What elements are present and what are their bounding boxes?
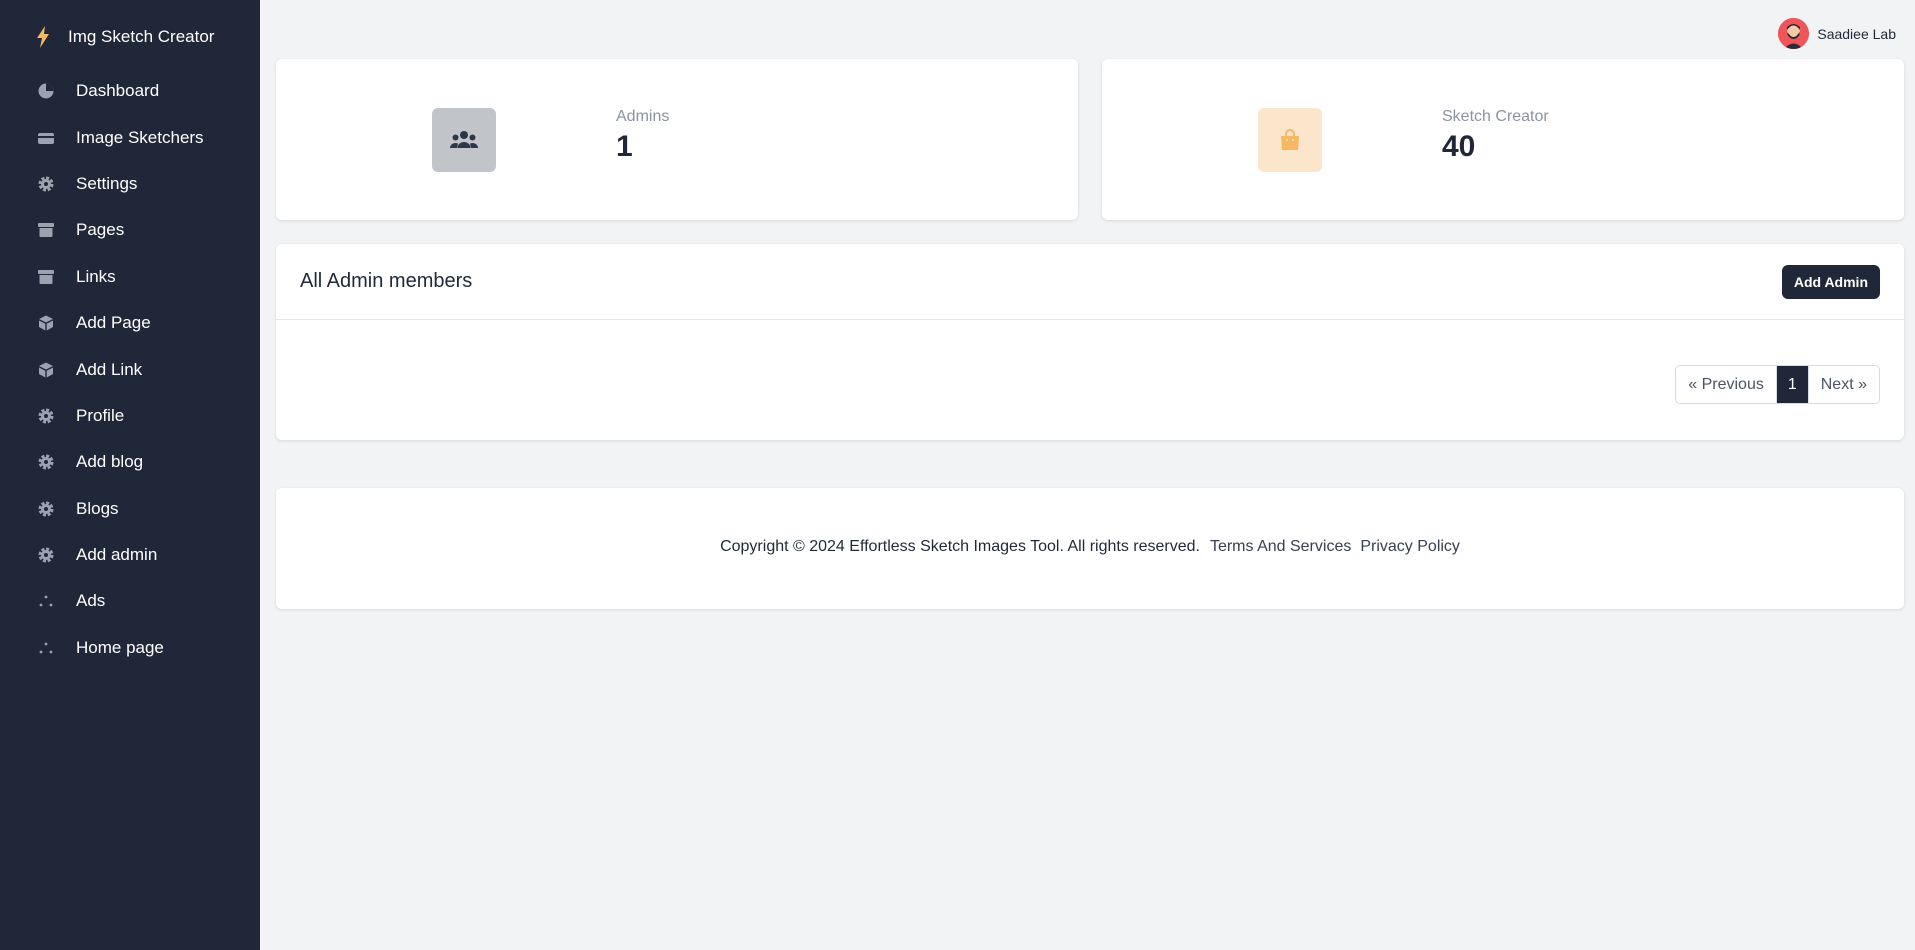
sidebar-item-label: Add Link (76, 359, 143, 379)
stat-value: 1 (616, 130, 633, 163)
sidebar-item-add-page[interactable]: Add Page (0, 300, 260, 346)
shopping-bag-icon (1258, 108, 1322, 172)
sidebar-item-label: Add Page (76, 313, 151, 333)
sidebar-item-add-link[interactable]: Add Link (0, 346, 260, 392)
stat-card-admins: Admins 1 (276, 59, 1078, 220)
pie-chart-icon (36, 81, 56, 101)
footer-content: Copyright © 2024 Effortless Sketch Image… (276, 538, 1904, 556)
brand[interactable]: Img Sketch Creator (36, 26, 214, 48)
add-admin-button[interactable]: Add Admin (1781, 264, 1880, 299)
sidebar-item-blogs[interactable]: Blogs (0, 486, 260, 532)
sidebar-nav: Dashboard Image Sketchers Settings Pages… (0, 68, 260, 671)
terms-link[interactable]: Terms And Services (1210, 538, 1351, 556)
next-page-button[interactable]: Next » (1807, 366, 1879, 403)
stat-value: 40 (1442, 130, 1476, 163)
stat-label: Admins (616, 108, 670, 125)
sidebar-item-label: Profile (76, 405, 125, 425)
gear-icon (36, 545, 56, 565)
sidebar-item-dashboard[interactable]: Dashboard (0, 68, 260, 114)
gear-icon (36, 452, 56, 472)
sidebar-item-label: Image Sketchers (76, 127, 204, 147)
user-menu[interactable]: Saadiee Lab (1778, 18, 1896, 49)
dots-icon (36, 591, 56, 611)
privacy-link[interactable]: Privacy Policy (1360, 538, 1460, 556)
gear-icon (36, 406, 56, 426)
sidebar: Img Sketch Creator Dashboard Image Sketc… (0, 0, 260, 950)
stat-card-sketch-creator: Sketch Creator 40 (1102, 59, 1904, 220)
archive-icon (36, 220, 56, 240)
pagination: « Previous 1 Next » (1675, 365, 1880, 404)
archive-icon (36, 267, 56, 287)
sidebar-item-label: Dashboard (76, 81, 160, 101)
sidebar-item-image-sketchers[interactable]: Image Sketchers (0, 114, 260, 160)
page-number-button[interactable]: 1 (1775, 366, 1808, 403)
sidebar-item-label: Add admin (76, 545, 158, 565)
footer: Copyright © 2024 Effortless Sketch Image… (276, 488, 1904, 609)
sidebar-item-label: Ads (76, 591, 106, 611)
sidebar-item-label: Links (76, 266, 116, 286)
previous-page-button[interactable]: « Previous (1676, 366, 1776, 403)
sidebar-item-profile[interactable]: Profile (0, 393, 260, 439)
sidebar-item-label: Add blog (76, 452, 144, 472)
sidebar-item-add-admin[interactable]: Add admin (0, 532, 260, 578)
sidebar-item-links[interactable]: Links (0, 254, 260, 300)
gear-icon (36, 174, 56, 194)
brand-label: Img Sketch Creator (68, 27, 215, 46)
admin-members-panel: All Admin members Add Admin « Previous 1… (276, 244, 1904, 440)
bolt-icon (36, 26, 50, 48)
gear-icon (36, 499, 56, 519)
sidebar-item-label: Settings (76, 173, 138, 193)
copyright-text: Copyright © 2024 Effortless Sketch Image… (720, 538, 1200, 555)
dots-icon (36, 638, 56, 658)
sidebar-item-add-blog[interactable]: Add blog (0, 439, 260, 485)
users-icon (432, 108, 496, 172)
cube-icon (36, 360, 56, 380)
stat-label: Sketch Creator (1442, 108, 1549, 125)
cube-icon (36, 313, 56, 333)
sidebar-item-label: Blogs (76, 498, 119, 518)
sidebar-item-pages[interactable]: Pages (0, 207, 260, 253)
credit-card-icon (36, 128, 56, 148)
user-name: Saadiee Lab (1817, 25, 1896, 42)
sidebar-item-label: Home page (76, 637, 164, 657)
panel-title: All Admin members (300, 270, 473, 292)
panel-header: All Admin members Add Admin (276, 244, 1904, 320)
sidebar-item-home-page[interactable]: Home page (0, 625, 260, 671)
sidebar-item-settings[interactable]: Settings (0, 161, 260, 207)
sidebar-item-ads[interactable]: Ads (0, 578, 260, 624)
sidebar-item-label: Pages (76, 220, 125, 240)
avatar (1778, 18, 1810, 49)
